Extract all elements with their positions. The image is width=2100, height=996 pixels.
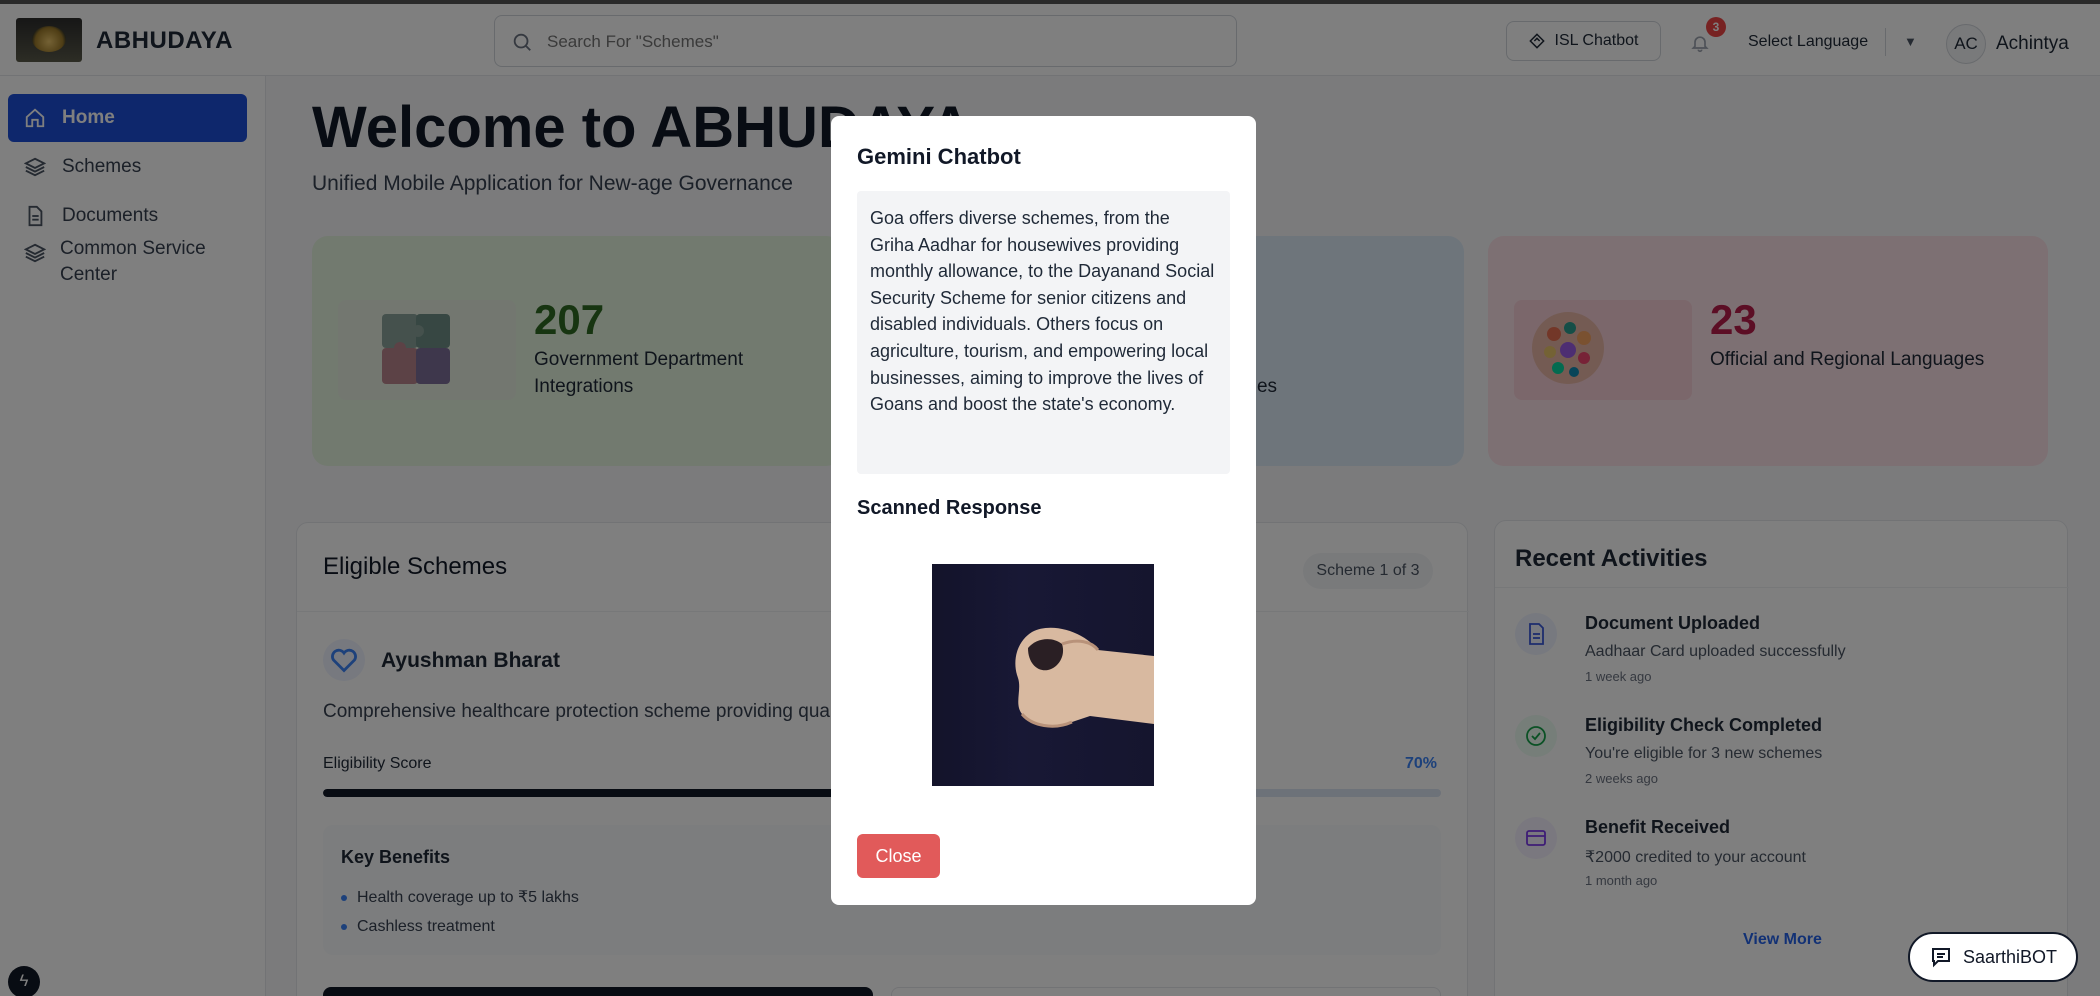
chatbot-response: Goa offers diverse schemes, from the Gri… [857, 191, 1230, 474]
close-button[interactable]: Close [857, 834, 940, 878]
saarthi-bot-label: SaarthiBOT [1962, 946, 2058, 967]
chat-icon [1931, 948, 1950, 968]
scanned-response-title: Scanned Response [857, 497, 1042, 519]
sign-language-image [932, 564, 1154, 786]
gemini-chatbot-modal: Gemini Chatbot Goa offers diverse scheme… [831, 116, 1256, 905]
modal-title: Gemini Chatbot [857, 144, 1021, 169]
saarthi-bot-button[interactable]: SaarthiBOT [1908, 932, 2078, 982]
